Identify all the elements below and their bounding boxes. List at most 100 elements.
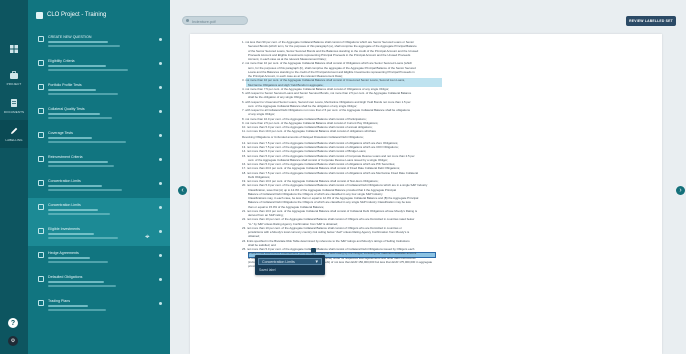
- sidebar-question-item[interactable]: Eligibility Criteria: [28, 54, 170, 78]
- question-title: Portfolio Profile Tests: [48, 83, 82, 87]
- icon-rail: PROJECT DOCUMENTS LABELLING ? ⚙: [0, 0, 28, 354]
- document-tab-icon: [186, 19, 189, 22]
- sidebar-question-item[interactable]: Coverage Tests: [28, 126, 170, 150]
- document-tab-label: Indenture.pdf: [192, 19, 216, 24]
- status-dot-icon: [159, 278, 162, 281]
- help-icon[interactable]: ?: [8, 318, 18, 328]
- prev-page-button[interactable]: ‹: [178, 186, 187, 195]
- question-text-line: [48, 209, 98, 211]
- rail-labelling[interactable]: LABELLING: [0, 120, 28, 148]
- question-text-line: [48, 165, 114, 167]
- question-text-line: [48, 261, 108, 263]
- rail-dashboard[interactable]: [0, 36, 28, 64]
- question-text-line: [48, 233, 94, 235]
- question-text-line: [48, 117, 112, 119]
- question-text-line: [48, 137, 92, 139]
- question-title: Eligible Investments: [48, 227, 80, 231]
- status-dot-icon: [159, 38, 162, 41]
- question-text-line: [48, 113, 100, 115]
- sidebar-question-item[interactable]: Reinvestment Criteria: [28, 150, 170, 174]
- mouse-cursor-icon: ⌖: [145, 232, 150, 241]
- rail-label: LABELLING: [5, 138, 23, 142]
- sidebar-question-item[interactable]: Trading Plans: [28, 294, 170, 318]
- app-window: PROJECT DOCUMENTS LABELLING ? ⚙ CLO Proj…: [0, 0, 686, 354]
- question-list: CREATE NEW QUESTION Eligibility Criteria P…: [28, 30, 170, 318]
- question-text-line: [48, 213, 110, 215]
- label-popup: Concentration Limits ▾ Saved label: [255, 255, 325, 275]
- question-text-line: [48, 41, 108, 43]
- briefcase-icon: [10, 71, 18, 79]
- dashboard-icon: [10, 45, 18, 53]
- question-text-line: [48, 257, 90, 259]
- label-select-value: Concentration Limits: [262, 260, 295, 264]
- popup-hint: Saved label: [259, 268, 276, 272]
- top-bar: Indenture.pdf REVIEW LABELLED SET: [170, 0, 686, 38]
- checkbox-icon[interactable]: [38, 204, 44, 210]
- sidebar-header: CLO Project - Training: [28, 0, 170, 30]
- pen-icon: [11, 127, 18, 134]
- document-text: 1. not less than 90 per cent. of the Agg…: [242, 40, 602, 268]
- question-title: Coverage Tests: [48, 131, 73, 135]
- checkbox-icon[interactable]: [38, 180, 44, 186]
- avatar[interactable]: ⚙: [8, 336, 18, 346]
- checkbox-icon[interactable]: [38, 300, 44, 306]
- question-sidebar: CLO Project - Training CREATE NEW QUESTI…: [28, 0, 198, 354]
- status-dot-icon: [159, 134, 162, 137]
- sidebar-question-item[interactable]: Defaulted Obligations: [28, 270, 170, 294]
- review-labelled-set-button[interactable]: REVIEW LABELLED SET: [626, 16, 676, 26]
- sidebar-question-item[interactable]: Collateral Quality Tests: [28, 102, 170, 126]
- checkbox-icon[interactable]: [38, 60, 44, 66]
- question-title: Concentration Limits: [48, 203, 81, 207]
- document-tab[interactable]: Indenture.pdf: [182, 16, 248, 25]
- document-line[interactable]: 11. not more than 10.0 per cent. of the …: [242, 129, 602, 133]
- checkbox-icon[interactable]: [38, 228, 44, 234]
- question-text-line: [48, 93, 118, 95]
- question-text-line: [48, 69, 128, 71]
- question-title: CREATE NEW QUESTION: [48, 35, 92, 39]
- sidebar-question-item[interactable]: CREATE NEW QUESTION: [28, 30, 170, 54]
- status-dot-icon: [159, 206, 162, 209]
- project-icon: [36, 11, 43, 19]
- checkbox-icon[interactable]: [38, 156, 44, 162]
- question-text-line: [48, 281, 104, 283]
- rail-documents[interactable]: DOCUMENTS: [0, 92, 28, 120]
- rail-project[interactable]: PROJECT: [0, 64, 28, 92]
- question-text-line: [48, 305, 88, 307]
- question-text-line: [48, 309, 106, 311]
- rail-label: DOCUMENTS: [3, 110, 25, 114]
- sidebar-question-item[interactable]: Hedge Agreements: [28, 246, 170, 270]
- status-dot-icon: [159, 302, 162, 305]
- question-title: Defaulted Obligations: [48, 275, 83, 279]
- project-title: CLO Project - Training: [47, 12, 107, 18]
- question-title: Trading Plans: [48, 299, 71, 303]
- checkbox-icon[interactable]: [38, 132, 44, 138]
- next-page-button[interactable]: ›: [676, 186, 685, 195]
- checkbox-icon[interactable]: [38, 84, 44, 90]
- rail-label: PROJECT: [6, 82, 22, 86]
- question-text-line: [48, 161, 108, 163]
- checkbox-icon[interactable]: [38, 252, 44, 258]
- document-line[interactable]: Revolving Obligations or Unfunded amount…: [242, 135, 602, 139]
- checkbox-icon[interactable]: [38, 36, 44, 42]
- question-title: Reinvestment Criteria: [48, 155, 83, 159]
- question-text-line: [48, 65, 106, 67]
- question-text-line: [48, 189, 122, 191]
- document-icon: [11, 99, 17, 107]
- question-title: Concentration Limits: [48, 179, 81, 183]
- checkbox-icon[interactable]: [38, 108, 44, 114]
- sidebar-question-item[interactable]: Concentration Limits: [28, 198, 170, 222]
- sidebar-question-item[interactable]: Portfolio Profile Tests: [28, 78, 170, 102]
- checkbox-icon[interactable]: [38, 276, 44, 282]
- question-text-line: [48, 45, 120, 47]
- chevron-left-icon: ‹: [181, 187, 184, 194]
- label-select[interactable]: Concentration Limits ▾: [258, 258, 322, 265]
- status-dot-icon: [159, 62, 162, 65]
- question-text-line: [48, 185, 102, 187]
- sidebar-question-item[interactable]: Concentration Limits: [28, 174, 170, 198]
- status-dot-icon: [159, 86, 162, 89]
- popup-anchor: [311, 248, 316, 253]
- status-dot-icon: [159, 182, 162, 185]
- question-title: Collateral Quality Tests: [48, 107, 85, 111]
- status-dot-icon: [159, 110, 162, 113]
- question-text-line: [48, 285, 116, 287]
